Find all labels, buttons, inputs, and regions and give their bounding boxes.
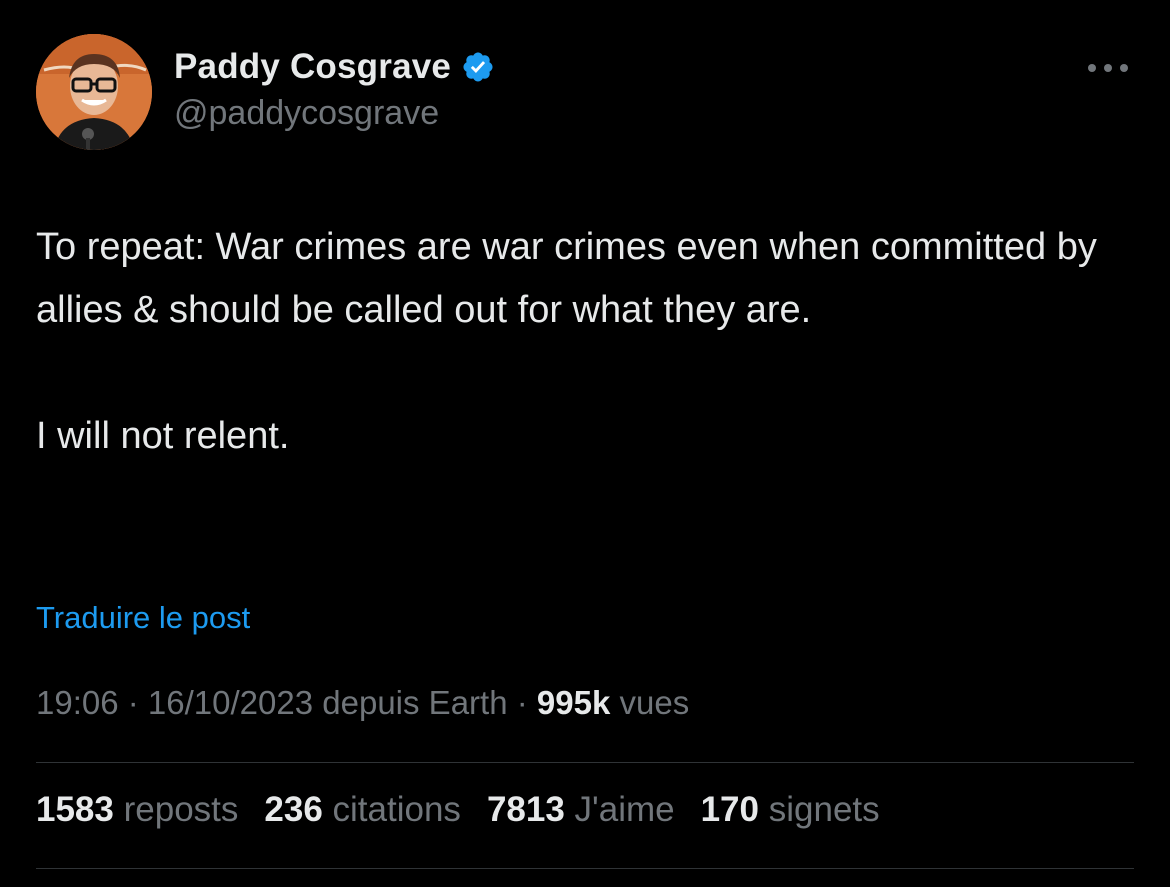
post-metadata: 19:06 · 16/10/2023 depuis Earth · 995k v…	[36, 684, 689, 722]
post-paragraph: To repeat: War crimes are war crimes eve…	[36, 226, 1097, 331]
author-name-row: Paddy Cosgrave	[174, 45, 495, 89]
views-count[interactable]: 995k	[537, 684, 610, 721]
divider	[36, 762, 1134, 763]
meta-separator: ·	[118, 684, 148, 721]
post-date[interactable]: 16/10/2023	[148, 684, 313, 721]
stat-likes[interactable]: 7813 J'aime	[487, 790, 675, 830]
stat-count: 236	[264, 790, 323, 829]
stat-count: 7813	[486, 790, 565, 829]
post-text: To repeat: War crimes are war crimes eve…	[36, 216, 1126, 468]
more-horizontal-icon	[1088, 64, 1128, 72]
post-source: depuis Earth	[322, 684, 508, 721]
engagement-stats: 1583 reposts 236 citations 7813 J'aime 1…	[36, 790, 880, 830]
views-label: vues	[619, 684, 690, 721]
avatar[interactable]	[36, 34, 152, 150]
verified-badge-icon	[461, 50, 495, 84]
meta-separator: ·	[507, 684, 537, 721]
stat-bookmarks[interactable]: 170 signets	[701, 790, 880, 830]
stat-count: 170	[700, 790, 759, 829]
post-paragraph: I will not relent.	[36, 415, 290, 457]
stat-label: J'aime	[574, 790, 675, 829]
translate-post-link[interactable]: Traduire le post	[36, 600, 250, 636]
stat-count: 1583	[36, 790, 114, 829]
author-display-name[interactable]: Paddy Cosgrave	[174, 47, 451, 87]
stat-citations[interactable]: 236 citations	[264, 790, 461, 830]
post-time[interactable]: 19:06	[36, 684, 119, 721]
more-options-button[interactable]	[1080, 48, 1136, 88]
stat-reposts[interactable]: 1583 reposts	[36, 790, 238, 830]
stat-label: citations	[332, 790, 461, 829]
author-handle[interactable]: @paddycosgrave	[174, 94, 439, 133]
stat-label: reposts	[123, 790, 239, 829]
divider	[36, 868, 1134, 869]
avatar-photo	[36, 34, 152, 150]
stat-label: signets	[768, 790, 880, 829]
